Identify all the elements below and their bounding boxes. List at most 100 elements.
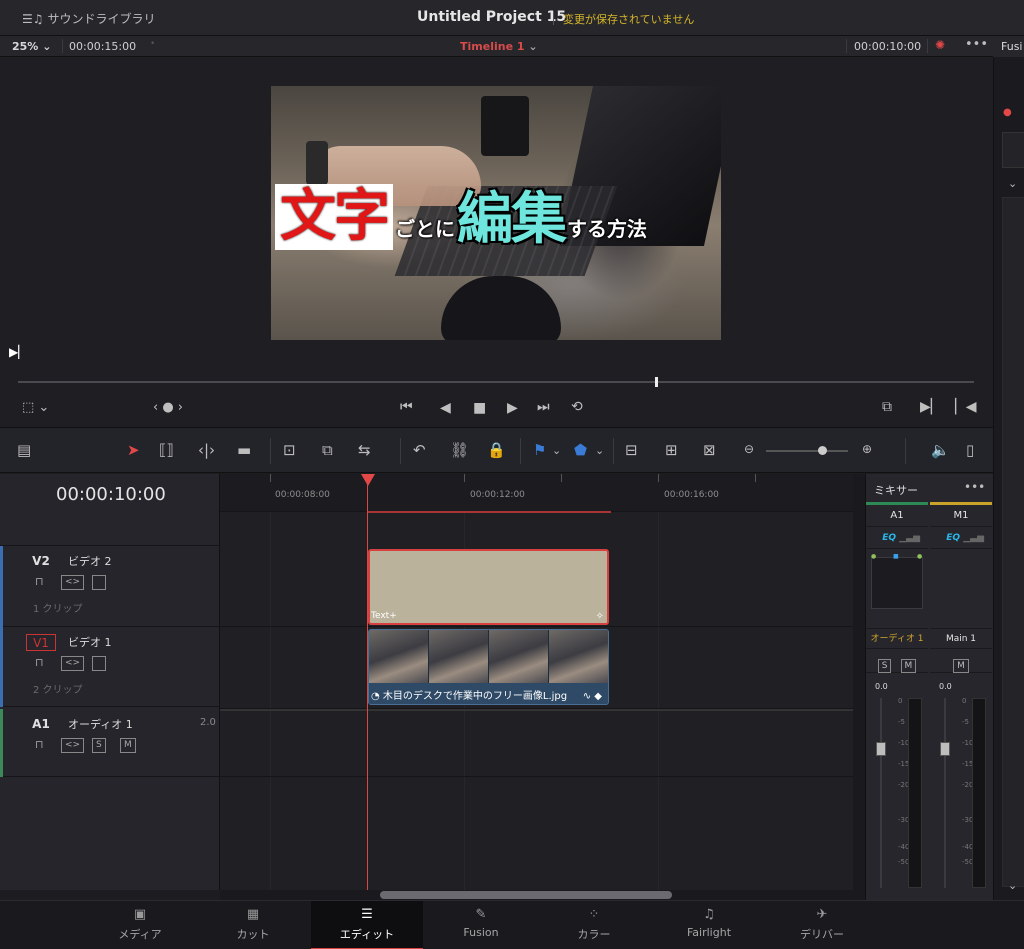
page-deliver[interactable]: ✈ デリバー (766, 901, 878, 949)
page-fairlight[interactable]: ♫ Fairlight (653, 901, 765, 949)
auto-select-icon[interactable]: <> (61, 656, 85, 671)
timeline-ruler[interactable]: 00:00:08:00 00:00:12:00 00:00:16:00 (220, 474, 865, 512)
prev-edit-icon[interactable]: ▏◀ (955, 399, 977, 415)
eq-button[interactable]: EQ ▁▃▅ (930, 527, 992, 549)
ruler-tick (270, 474, 271, 482)
clip-label: Text+ (371, 611, 397, 621)
chevron-down-icon[interactable]: ⌄ (595, 444, 604, 457)
lock-icon[interactable]: ⊓ (35, 738, 44, 751)
timeline-zoom-knob[interactable] (818, 446, 827, 455)
title-divider (553, 11, 554, 25)
chevron-down-icon[interactable]: ⌄ (1008, 879, 1017, 892)
track-visibility-icon[interactable] (92, 575, 106, 590)
transport-controls: ⬚ ⌄ ‹ ● › ⏮ ◀ ■ ▶ ⏭ ⟲ ⧉ ▶▏ ▏◀ (0, 395, 993, 425)
solo-button[interactable]: S (877, 659, 892, 673)
audio-volume-icon[interactable]: 🔈 (931, 441, 950, 459)
pan-box (871, 557, 923, 609)
timeline-selector[interactable]: Timeline 1 ⌄ (460, 40, 538, 53)
page-media[interactable]: ▣ メディア (84, 901, 196, 949)
eq-bars-icon: ▁▃▅ (899, 533, 920, 543)
zoom-detail-icon[interactable]: ⊞ (665, 441, 678, 459)
jog-control-icon[interactable]: ‹ ● › (153, 400, 183, 415)
track-header-a1[interactable]: A1 オーディオ 1 2.0 ⊓ <> S M (0, 709, 220, 777)
mute-button[interactable]: M (953, 659, 969, 673)
chevron-down-icon[interactable]: ⌄ (1008, 177, 1017, 190)
scrub-bar[interactable] (18, 381, 974, 383)
play-reverse-icon[interactable]: ◀ (440, 400, 451, 416)
horizontal-scrollbar[interactable] (380, 891, 672, 899)
track-visibility-icon[interactable] (92, 656, 106, 671)
sound-library-button[interactable]: ☰♫ サウンドライブラリ (22, 10, 156, 27)
title-cyan-text: 編集 (457, 187, 567, 252)
flag-icon[interactable]: ⚑ (533, 441, 546, 459)
zoom-custom-icon[interactable]: ⊠ (703, 441, 716, 459)
color-picker-icon[interactable]: ✺ (935, 38, 945, 52)
playhead-handle[interactable] (361, 474, 375, 486)
insert-clip-icon[interactable]: ⊡ (283, 441, 296, 459)
track-header-v2[interactable]: V2 ビデオ 2 ⊓ <> 1 クリップ (0, 546, 220, 627)
dynamic-trim-icon[interactable]: ‹|› (198, 441, 215, 459)
play-icon[interactable]: ▶ (507, 400, 518, 416)
dot-icon: • (150, 39, 156, 49)
scrub-playhead[interactable] (655, 377, 658, 387)
preview-frame[interactable]: 文字 ごとに 編集 する方法 (271, 86, 721, 340)
selection-tool-icon[interactable]: ➤ (127, 441, 140, 459)
loop-icon[interactable]: ⟲ (571, 399, 583, 415)
track-id[interactable]: V1 (26, 634, 56, 651)
mute-button[interactable]: M (120, 738, 136, 753)
lane-a1 (220, 709, 865, 777)
track-header-v1[interactable]: V1 ビデオ 1 ⊓ <> 2 クリップ (0, 627, 220, 707)
more-options-icon[interactable]: ••• (964, 480, 985, 494)
snapping-icon[interactable]: ↶ (413, 441, 426, 459)
timeline-zoom-slider[interactable] (766, 450, 848, 452)
audio-meter-icon[interactable]: ▯ (966, 441, 974, 459)
solo-button[interactable]: S (92, 738, 106, 753)
marker-icon[interactable]: ⬟ (574, 441, 587, 459)
page-cut[interactable]: ▦ カット (197, 901, 309, 949)
stop-icon[interactable]: ■ (473, 400, 486, 416)
cut-icon: ▦ (246, 907, 260, 922)
unsaved-notice: 変更が保存されていません (563, 13, 695, 26)
pan-control[interactable]: ● ■ ● (866, 549, 928, 629)
position-lock-icon[interactable]: 🔒 (487, 441, 506, 459)
page-color[interactable]: ⁘ カラー (538, 901, 650, 949)
blade-tool-icon[interactable]: ▬ (237, 441, 251, 459)
mixer-title: ミキサー (874, 484, 918, 497)
vertical-scrollbar[interactable] (853, 474, 865, 890)
lock-icon[interactable]: ⊓ (35, 656, 44, 669)
video-clip[interactable]: ◔ 木目のデスクで作業中のフリー画像L.jpg ∿ ◆ (368, 629, 609, 705)
mute-button[interactable]: M (900, 659, 917, 673)
divider (270, 438, 271, 464)
timeline-tracks-area[interactable]: 00:00:08:00 00:00:12:00 00:00:16:00 Text… (220, 474, 865, 890)
linked-selection-icon[interactable]: ⛓ (450, 441, 469, 459)
auto-select-icon[interactable]: <> (61, 738, 85, 753)
zoom-out-icon[interactable]: ⊖ (744, 442, 754, 456)
zoom-full-icon[interactable]: ⊟ (625, 441, 638, 459)
chevron-down-icon[interactable]: ⌄ (552, 444, 561, 457)
lock-icon[interactable]: ⊓ (35, 575, 44, 588)
page-edit[interactable]: ☰ エディット (311, 901, 423, 949)
eq-button[interactable]: EQ ▁▃▅ (866, 527, 928, 549)
trim-tool-icon[interactable]: ⟦⟧ (159, 441, 174, 459)
volume-fader[interactable] (940, 742, 950, 756)
fusion-panel-tab[interactable]: Fusi (993, 36, 1024, 57)
go-to-start-icon[interactable]: ⏮ (400, 399, 413, 415)
match-frame-icon[interactable]: ⧉ (882, 399, 892, 415)
channel-route: オーディオ 1 (866, 629, 928, 649)
more-options-icon[interactable]: ••• (965, 37, 988, 52)
zoom-in-icon[interactable]: ⊕ (862, 442, 872, 456)
overwrite-clip-icon[interactable]: ⧉ (322, 441, 333, 459)
next-edit-icon[interactable]: ▶▏ (920, 399, 942, 415)
auto-select-icon[interactable]: <> (61, 575, 85, 590)
replace-clip-icon[interactable]: ⇆ (358, 441, 371, 459)
volume-fader[interactable] (876, 742, 886, 756)
text-clip[interactable]: Text+ ✧ (368, 549, 609, 625)
go-to-end-icon[interactable]: ⏭ (537, 399, 550, 415)
viewer-options-icon[interactable]: ⬚ ⌄ (22, 400, 49, 415)
timeline-view-options-icon[interactable]: ▤ (17, 441, 31, 459)
record-dot-icon[interactable]: ● (1003, 107, 1012, 118)
page-fusion[interactable]: ✎ Fusion (425, 901, 537, 949)
timeline-playhead[interactable] (367, 474, 368, 890)
zoom-select[interactable]: 25% ⌄ (12, 40, 51, 53)
audio-mixer: ミキサー ••• A1 EQ ▁▃▅ ● ■ ● オーディオ 1 S M 0.0… (865, 474, 993, 900)
